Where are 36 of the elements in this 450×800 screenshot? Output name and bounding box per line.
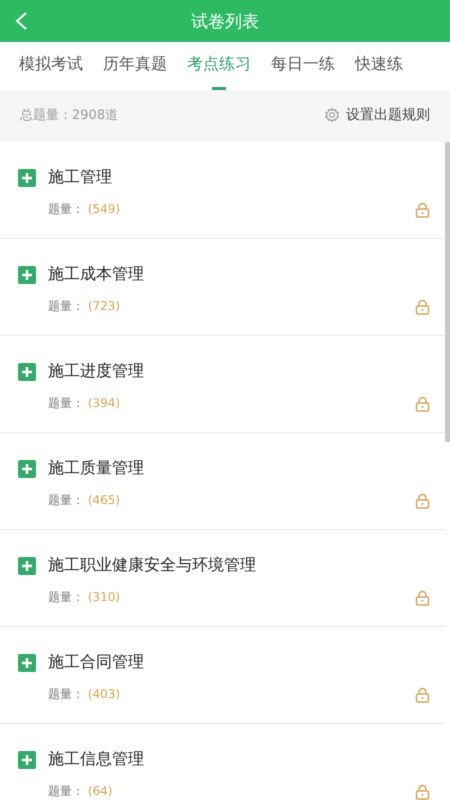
chapter-item[interactable]: 施工职业健康安全与环境管理 题量： (310)	[0, 530, 445, 627]
chapter-title: 施工合同管理	[48, 652, 144, 673]
question-count: 题量： (549)	[48, 201, 120, 218]
expand-icon[interactable]	[18, 362, 36, 380]
scrollbar[interactable]	[445, 142, 450, 442]
expand-icon[interactable]	[18, 654, 36, 672]
tab[interactable]: 快速练	[355, 42, 403, 90]
question-count: 题量： (394)	[48, 395, 120, 412]
chapter-item[interactable]: 施工成本管理 题量： (723)	[0, 239, 445, 336]
chapter-title: 施工成本管理	[48, 264, 144, 285]
question-count: 题量： (403)	[48, 686, 120, 703]
question-count: 题量： (64)	[48, 783, 112, 800]
expand-icon[interactable]	[18, 168, 36, 186]
expand-icon[interactable]	[18, 750, 36, 768]
expand-icon[interactable]	[18, 556, 36, 574]
tab[interactable]: 历年真题	[103, 42, 167, 90]
total-count: 总题量：2908道	[20, 107, 118, 124]
tab[interactable]: 每日一练	[271, 42, 335, 90]
chapter-title: 施工进度管理	[48, 361, 144, 382]
tab[interactable]: 模拟考试	[19, 42, 83, 90]
chapter-item[interactable]: 施工合同管理 题量： (403)	[0, 627, 445, 724]
chapter-title: 施工职业健康安全与环境管理	[48, 555, 256, 576]
expand-icon[interactable]	[18, 266, 36, 284]
question-count: 题量： (465)	[48, 492, 120, 509]
question-count: 题量： (310)	[48, 589, 120, 606]
question-count: 题量： (723)	[48, 298, 120, 315]
expand-icon[interactable]	[18, 460, 36, 478]
chapter-title: 施工管理	[48, 167, 112, 188]
chapter-item[interactable]: 施工管理 题量： (549)	[0, 142, 445, 239]
chapter-item[interactable]: 施工进度管理 题量： (394)	[0, 336, 445, 433]
chapter-item[interactable]: 施工质量管理 题量： (465)	[0, 433, 445, 530]
chapter-title: 施工信息管理	[48, 749, 144, 770]
settings-icon	[324, 107, 340, 123]
chapter-title: 施工质量管理	[48, 458, 144, 479]
page-title: 试卷列表	[191, 10, 259, 32]
settings-button[interactable]: 设置出题规则	[324, 106, 430, 124]
